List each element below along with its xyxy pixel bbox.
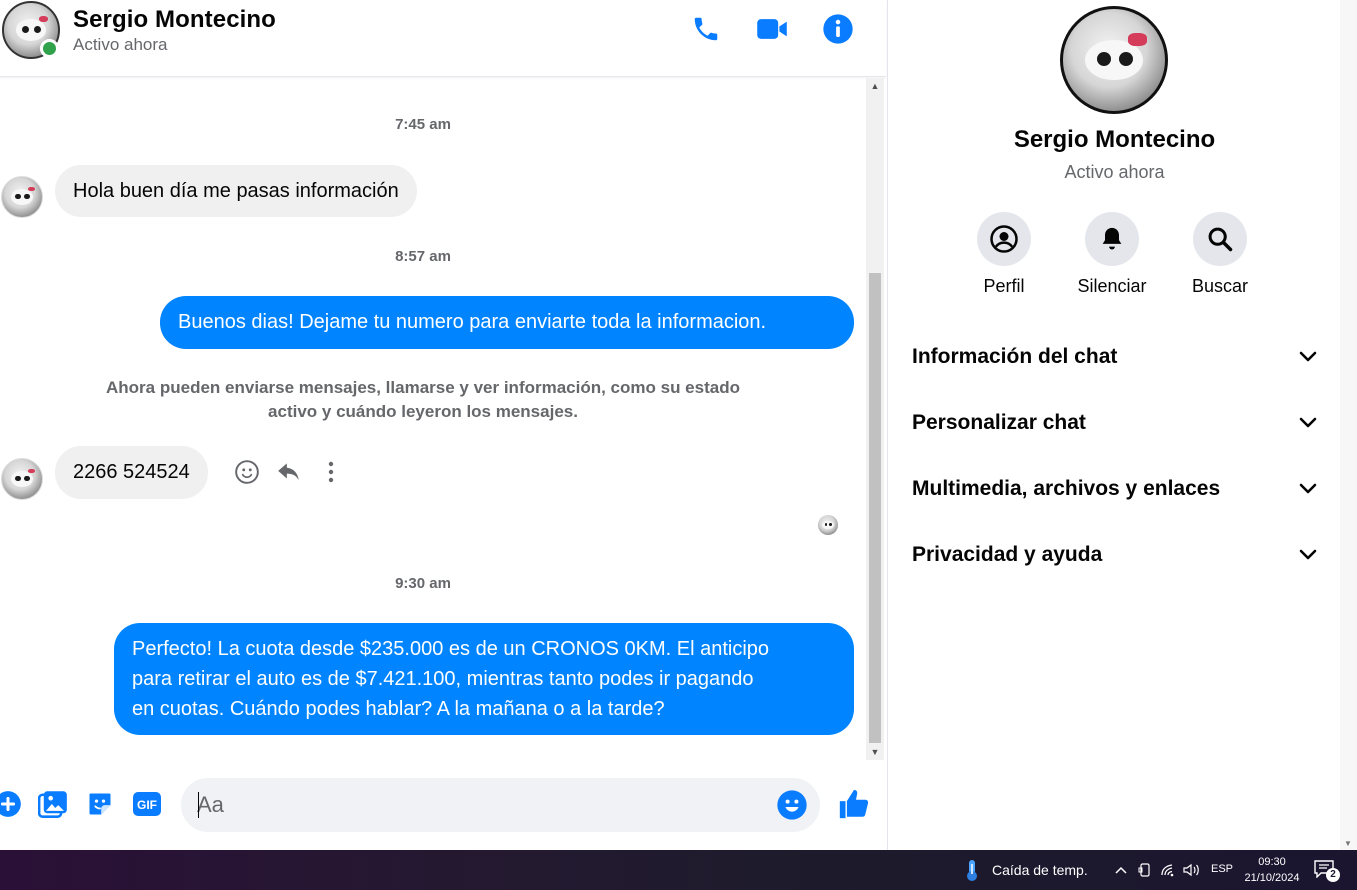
reply-icon[interactable] — [274, 457, 304, 487]
outgoing-message[interactable]: Buenos dias! Dejame tu numero para envia… — [160, 296, 854, 349]
section-title: Personalizar chat — [912, 411, 1086, 434]
profile-button[interactable]: Perfil — [959, 212, 1049, 297]
chevron-down-icon — [1299, 351, 1317, 362]
chevron-down-icon — [1299, 483, 1317, 494]
mute-label: Silenciar — [1077, 276, 1147, 296]
chevron-down-icon — [1299, 417, 1317, 428]
seen-receipt-avatar — [818, 515, 838, 535]
message-timestamp: 9:30 am — [395, 575, 451, 592]
incoming-message[interactable]: 2266 524524 — [55, 446, 208, 499]
emoji-icon[interactable] — [776, 789, 808, 821]
message-input[interactable] — [197, 788, 767, 822]
wifi-icon[interactable] — [1160, 861, 1178, 879]
info-icon[interactable] — [821, 12, 855, 46]
sender-avatar[interactable] — [1, 176, 43, 218]
section-privacy-help[interactable]: Privacidad y ayuda — [912, 535, 1317, 575]
page-scrollbar[interactable]: ▼ — [1340, 0, 1357, 850]
chevron-down-icon — [1299, 549, 1317, 560]
online-status-dot — [40, 39, 59, 58]
scroll-up-arrow[interactable]: ▲ — [866, 78, 884, 94]
notification-count: 2 — [1326, 868, 1340, 882]
chat-header: Sergio Montecino Activo ahora — [0, 0, 886, 77]
scroll-down-arrow[interactable]: ▼ — [866, 744, 884, 760]
bell-icon — [1102, 227, 1122, 250]
section-media-files-links[interactable]: Multimedia, archivos y enlaces — [912, 469, 1317, 509]
clock[interactable]: 09:30 21/10/2024 — [1238, 854, 1306, 886]
outgoing-message[interactable]: Perfecto! La cuota desde $235.000 es de … — [114, 623, 854, 735]
message-line: en cuotas. Cuándo podes hablar? A la mañ… — [132, 698, 665, 720]
scroll-down-arrow[interactable]: ▼ — [1344, 839, 1352, 848]
volume-icon[interactable] — [1183, 861, 1201, 879]
profile-name: Sergio Montecino — [1013, 126, 1216, 153]
profile-label: Perfil — [983, 276, 1025, 296]
sticker-icon[interactable] — [84, 788, 116, 820]
section-title: Multimedia, archivos y enlaces — [912, 477, 1221, 500]
more-options-icon[interactable] — [316, 457, 346, 487]
message-input-box[interactable] — [181, 778, 820, 832]
thermometer-icon — [967, 860, 977, 881]
system-notice: Ahora pueden enviarse mensajes, llamarse… — [90, 376, 756, 424]
emoji-react-icon[interactable] — [232, 457, 262, 487]
chevron-up-icon[interactable] — [1112, 861, 1130, 879]
contact-status: Activo ahora — [73, 35, 168, 54]
section-chat-info[interactable]: Información del chat — [912, 337, 1317, 377]
text-caret — [198, 792, 199, 818]
profile-icon — [990, 225, 1018, 253]
contact-info-panel: Sergio Montecino Activo ahora Perfil Sil… — [887, 0, 1340, 850]
section-customize-chat[interactable]: Personalizar chat — [912, 403, 1317, 443]
clock-time: 09:30 — [1258, 856, 1286, 868]
profile-status: Activo ahora — [1064, 162, 1165, 182]
clock-date: 21/10/2024 — [1244, 872, 1300, 884]
message-timestamp: 8:57 am — [395, 248, 451, 265]
incoming-message[interactable]: Hola buen día me pasas información — [55, 165, 417, 217]
phone-icon[interactable] — [689, 12, 723, 46]
section-title: Información del chat — [912, 345, 1118, 368]
weather-widget[interactable]: Caída de temp. — [962, 858, 1088, 882]
message-line: para retirar el auto es de $7.421.100, m… — [132, 668, 754, 690]
message-composer: GIF — [0, 770, 886, 842]
system-notice-line: Ahora pueden enviarse mensajes, llamarse… — [106, 378, 740, 397]
mute-button[interactable]: Silenciar — [1067, 212, 1157, 297]
thumbs-up-icon[interactable] — [836, 786, 872, 822]
search-label: Buscar — [1191, 276, 1249, 296]
video-camera-icon[interactable] — [755, 12, 789, 46]
system-notice-line: activo y cuándo leyeron los mensajes. — [268, 402, 578, 421]
notification-icon[interactable]: 2 — [1314, 860, 1340, 882]
chat-scrollbar[interactable]: ▲ ▼ — [866, 78, 884, 760]
weather-text: Caída de temp. — [992, 862, 1088, 878]
message-line: Perfecto! La cuota desde $235.000 es de … — [132, 638, 770, 660]
message-timestamp: 7:45 am — [395, 116, 451, 133]
section-title: Privacidad y ayuda — [912, 543, 1103, 566]
messenger-window: Sergio Montecino Activo ahora 7:45 am Ho… — [0, 0, 1357, 850]
plus-icon[interactable] — [0, 788, 24, 820]
photo-icon[interactable] — [37, 788, 69, 820]
sender-avatar[interactable] — [1, 458, 43, 500]
search-button[interactable]: Buscar — [1175, 212, 1265, 297]
windows-taskbar: Caída de temp. ESP 09:30 21/10/2024 2 — [0, 850, 1357, 890]
profile-picture[interactable] — [1060, 6, 1168, 114]
contact-name[interactable]: Sergio Montecino — [73, 6, 276, 34]
search-icon — [1208, 227, 1233, 252]
chat-panel: Sergio Montecino Activo ahora 7:45 am Ho… — [0, 0, 886, 850]
message-list[interactable]: 7:45 am Hola buen día me pasas informaci… — [0, 78, 866, 760]
gif-icon[interactable]: GIF — [131, 788, 163, 820]
scroll-thumb[interactable] — [869, 273, 881, 743]
device-icon[interactable] — [1136, 861, 1154, 879]
language-indicator[interactable]: ESP — [1211, 863, 1233, 875]
gif-label: GIF — [137, 798, 157, 812]
